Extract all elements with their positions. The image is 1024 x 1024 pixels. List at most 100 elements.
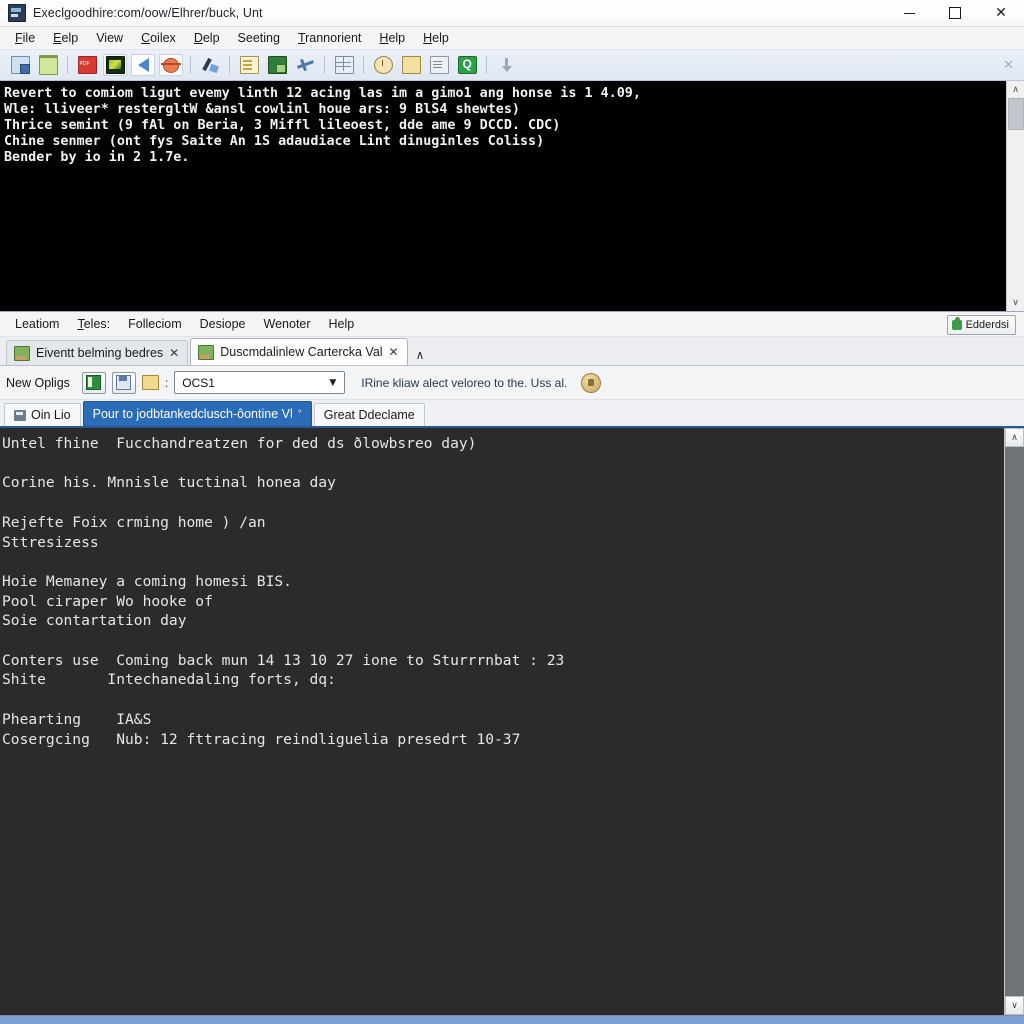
window-controls: ✕ <box>886 0 1024 26</box>
minimize-button[interactable] <box>886 0 932 26</box>
open-documents-icon <box>10 56 30 74</box>
deploy-box-icon <box>267 56 287 74</box>
editor-panel[interactable]: Untel fhine Fucchandreatzen for ded ds ð… <box>0 428 1024 1016</box>
puzzle-icon <box>951 317 962 330</box>
menu-item-file[interactable]: File <box>6 29 44 47</box>
extension-button[interactable]: Edderdsi <box>946 315 1016 335</box>
console-scroll-track[interactable] <box>1007 98 1024 294</box>
menu-item-delp[interactable]: Delp <box>185 29 229 47</box>
console-scroll-up-button[interactable]: ∧ <box>1007 81 1024 98</box>
sub-tab-3[interactable]: Great Ddeclame <box>313 403 425 426</box>
image-preview-button[interactable] <box>103 54 127 76</box>
deploy-box-button[interactable] <box>265 54 289 76</box>
menu-item-trannorient[interactable]: Trannorient <box>289 29 370 47</box>
save-disk-icon <box>116 375 132 390</box>
menu-item-view[interactable]: View <box>87 29 132 47</box>
editor-text-content[interactable]: Untel fhine Fucchandreatzen for ded ds ð… <box>0 428 1004 1015</box>
debug-bug-icon <box>161 57 181 73</box>
open-documents-button[interactable] <box>8 54 32 76</box>
menu2-label-teles: eles: <box>83 317 111 331</box>
file-tab-2-close-icon[interactable]: ✕ <box>389 345 399 359</box>
options-separator: : <box>164 375 169 390</box>
options-hint-text: IRine kliaw alect veloreo to the. Uss al… <box>361 375 568 390</box>
title-bar: Execlgoodhire:com/oow/Elhrer/buck, Unt ✕ <box>0 0 1024 27</box>
chevron-down-icon[interactable]: ▼ <box>329 378 336 388</box>
menu-item-help-2[interactable]: Help <box>414 29 458 47</box>
menu-item-help-1[interactable]: Help <box>370 29 414 47</box>
file-tab-bar: Eiventt belming bedres ✕ Duscmdalinlew C… <box>0 337 1024 366</box>
file-tab-2[interactable]: Duscmdalinlew Cartercka Val ✕ <box>190 338 408 365</box>
page-properties-button[interactable] <box>237 54 261 76</box>
back-arrow-icon <box>137 58 149 72</box>
menu-label-trannorient: rannorient <box>305 31 362 45</box>
sub-tab-2[interactable]: Pour to jodbtankedclusch-ôontine Vl ° <box>82 401 312 426</box>
console-scroll-thumb[interactable] <box>1008 98 1024 130</box>
file-tab-1[interactable]: Eiventt belming bedres ✕ <box>6 340 189 365</box>
console-output-text: Revert to comiom ligut evemy linth 12 ac… <box>4 86 641 165</box>
image-preview-icon <box>105 56 125 74</box>
options-bar-label: New Opligs <box>6 375 70 390</box>
disconnect-plane-button[interactable] <box>293 54 317 76</box>
sub-tab-bar: Oin Lio Pour to jodbtankedclusch-ôontine… <box>0 400 1024 428</box>
report-icon <box>429 56 449 74</box>
menu-label-seeting: Seeting <box>237 31 280 45</box>
maximize-button[interactable] <box>932 0 978 26</box>
file-tabs-chevron-up-icon[interactable]: ∧ <box>416 348 425 362</box>
download-arrow-button[interactable] <box>494 54 518 76</box>
sub-tab-2-label: Pour to jodbtankedclusch-ôontine Vl <box>92 407 293 421</box>
folder-button[interactable] <box>36 54 60 76</box>
editor-scroll-up-button[interactable]: ∧ <box>1005 428 1024 447</box>
menu2-label-wenoter: Wenoter <box>263 317 311 331</box>
sub-tab-2-mark: ° <box>297 408 302 420</box>
console-output-panel: Revert to comiom ligut evemy linth 12 ac… <box>0 81 1024 312</box>
quick-query-icon <box>457 56 477 74</box>
sub-tab-1-label: Oin Lio <box>31 408 71 422</box>
save-disk-button[interactable] <box>111 371 136 394</box>
editor-scrollbar[interactable]: ∧ ∨ <box>1004 428 1024 1015</box>
note-icon <box>401 56 421 74</box>
note-button[interactable] <box>399 54 423 76</box>
toolbar-overflow-icon[interactable]: ✕ <box>1003 58 1014 71</box>
maximize-icon <box>949 7 961 19</box>
editor-scroll-track[interactable] <box>1005 447 1024 996</box>
console-scrollbar[interactable]: ∧ ∨ <box>1006 81 1024 311</box>
editor-scroll-down-button[interactable]: ∨ <box>1005 996 1024 1015</box>
menu-item-seeting[interactable]: Seeting <box>229 29 289 47</box>
window-bottom-strip <box>0 1016 1024 1024</box>
menu2-item-teles[interactable]: Teles: <box>68 315 119 333</box>
report-button[interactable] <box>427 54 451 76</box>
window-title: Execlgoodhire:com/oow/Elhrer/buck, Unt <box>33 6 263 20</box>
back-arrow-button[interactable] <box>131 54 155 76</box>
sub-tab-1[interactable]: Oin Lio <box>4 403 81 426</box>
menu2-item-desiope[interactable]: Desiope <box>191 315 255 333</box>
menu-label-file: ile <box>22 31 36 45</box>
file-tab-2-icon <box>198 344 215 360</box>
minimize-icon <box>903 12 915 14</box>
table-grid-button[interactable] <box>332 54 356 76</box>
quick-query-button[interactable] <box>455 54 479 76</box>
folder-small-icon[interactable] <box>141 375 159 390</box>
sub-tab-3-label: Great Ddeclame <box>323 408 415 422</box>
menu2-label-desiope: Desiope <box>199 317 246 331</box>
menu2-item-help[interactable]: Help <box>320 315 364 333</box>
file-tab-1-label: Eiventt belming bedres <box>36 346 164 360</box>
console-scroll-down-button[interactable]: ∨ <box>1007 294 1024 311</box>
download-arrow-icon <box>498 57 515 73</box>
close-button[interactable]: ✕ <box>978 0 1024 26</box>
profile-select[interactable]: OCS1 ▼ <box>174 371 346 394</box>
extension-button-label: Edderdsi <box>965 319 1009 331</box>
debug-bug-button[interactable] <box>159 54 183 76</box>
menu-item-eelp[interactable]: Eelp <box>44 29 87 47</box>
menu2-item-folleciom[interactable]: Folleciom <box>119 315 191 333</box>
wrench-tools-button[interactable] <box>198 54 222 76</box>
toolbar-separator-6 <box>486 56 487 74</box>
menu2-item-wenoter[interactable]: Wenoter <box>255 315 320 333</box>
history-clock-button[interactable] <box>371 54 395 76</box>
library-book-button[interactable] <box>81 371 106 394</box>
profile-select-value: OCS1 <box>182 375 215 390</box>
menu-item-coilex[interactable]: Coilex <box>132 29 185 47</box>
app-window-icon <box>8 4 26 22</box>
pdf-export-button[interactable] <box>75 54 99 76</box>
file-tab-1-close-icon[interactable]: ✕ <box>169 346 179 360</box>
menu2-item-leatiom[interactable]: Leatiom <box>6 315 68 333</box>
